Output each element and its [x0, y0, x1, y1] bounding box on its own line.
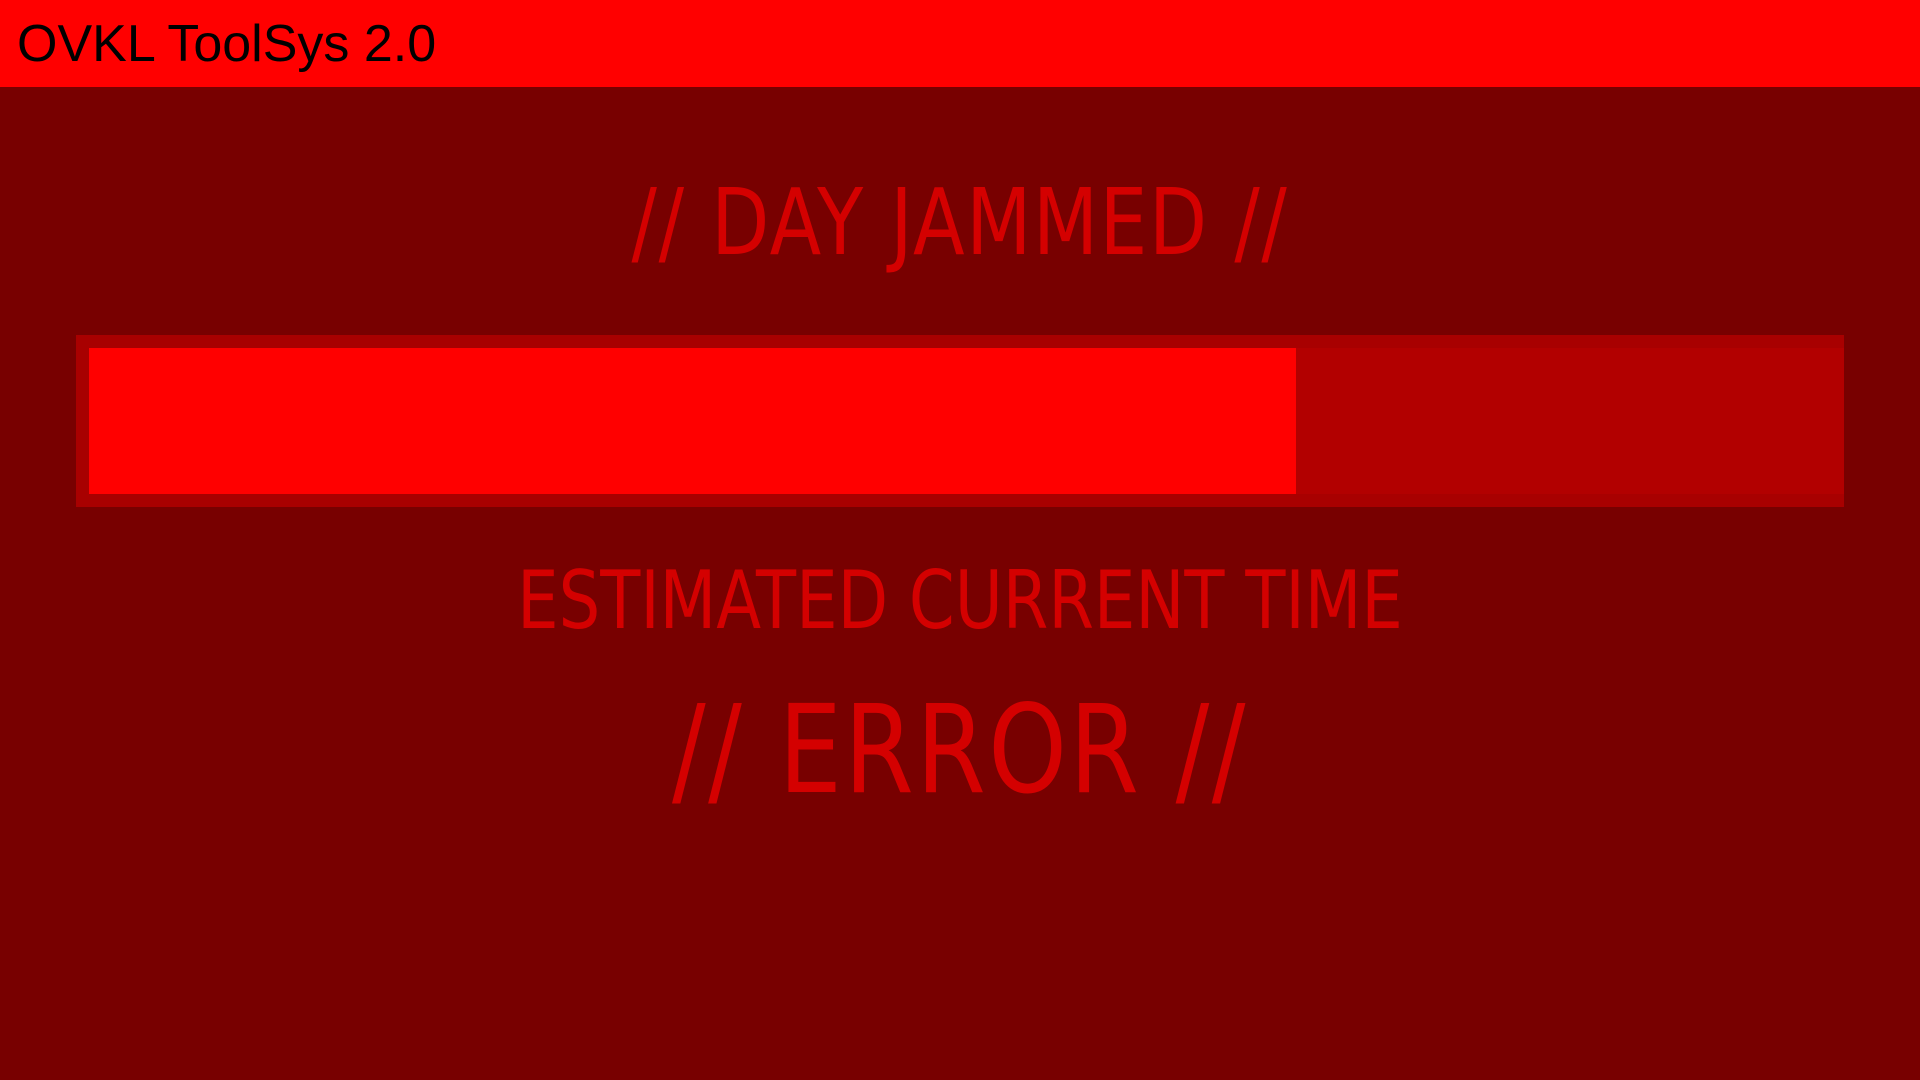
- app-title: OVKL ToolSys 2.0: [17, 15, 437, 73]
- estimated-time-value: // ERROR //: [672, 679, 1248, 821]
- day-progress-fill: [89, 348, 1296, 494]
- estimated-time-label: ESTIMATED CURRENT TIME: [517, 554, 1403, 647]
- title-bar: OVKL ToolSys 2.0: [0, 0, 1920, 87]
- status-heading: // DAY JAMMED //: [631, 169, 1289, 276]
- day-progress-bar: [76, 335, 1844, 507]
